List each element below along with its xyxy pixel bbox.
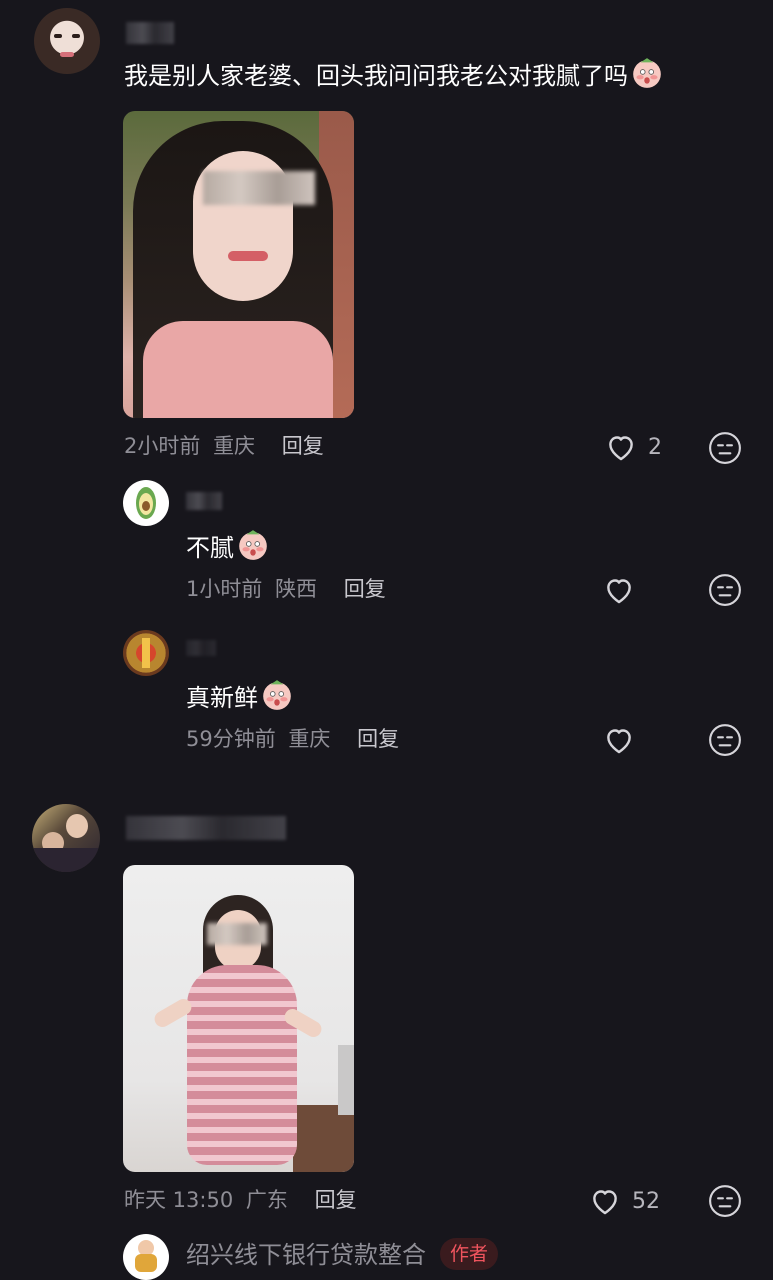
heart-outline-icon bbox=[602, 573, 636, 607]
blush-face-emoji bbox=[630, 56, 664, 90]
author-badge: 作者 bbox=[440, 1238, 499, 1270]
meh-face-icon[interactable] bbox=[708, 1184, 742, 1218]
comment-location: 广东 bbox=[245, 1188, 288, 1212]
comment-meta: 59分钟前 重庆 回复 bbox=[186, 726, 399, 752]
avatar[interactable] bbox=[123, 1234, 169, 1280]
reply-button[interactable]: 回复 bbox=[344, 577, 386, 601]
author-reply-preview[interactable]: 绍兴线下银行贷款整合 作者 bbox=[186, 1238, 499, 1270]
meh-face-icon[interactable] bbox=[708, 431, 742, 465]
like-count: 2 bbox=[648, 434, 662, 460]
comment-photo[interactable] bbox=[123, 111, 354, 418]
like-button[interactable] bbox=[602, 573, 636, 607]
face-mosaic bbox=[207, 923, 267, 945]
comment-time: 59分钟前 bbox=[186, 727, 276, 751]
meh-face-icon[interactable] bbox=[708, 573, 742, 607]
avatar[interactable] bbox=[123, 480, 169, 526]
comment-time: 昨天 13:50 bbox=[124, 1188, 234, 1212]
comment-text: 我是别人家老婆、回头我问问我老公对我腻了吗 bbox=[124, 56, 664, 91]
comment-text: 真新鲜 bbox=[186, 678, 294, 713]
reply-button[interactable]: 回复 bbox=[357, 727, 399, 751]
username-blurred[interactable] bbox=[126, 816, 286, 840]
comment-location: 重庆 bbox=[213, 434, 256, 458]
like-button[interactable] bbox=[602, 723, 636, 757]
username-blurred[interactable] bbox=[186, 640, 216, 656]
avatar[interactable] bbox=[32, 804, 100, 872]
comment-photo[interactable] bbox=[123, 865, 354, 1172]
blush-face-emoji bbox=[236, 528, 270, 562]
blush-face-emoji bbox=[260, 678, 294, 712]
face-mosaic bbox=[203, 171, 315, 205]
username-blurred[interactable] bbox=[186, 492, 222, 510]
meh-face-icon[interactable] bbox=[708, 723, 742, 757]
comment-time: 2小时前 bbox=[124, 434, 201, 458]
comment-meta: 1小时前 陕西 回复 bbox=[186, 576, 386, 602]
avatar[interactable] bbox=[34, 8, 100, 74]
comment-meta: 昨天 13:50 广东 回复 bbox=[124, 1187, 357, 1213]
heart-outline-icon bbox=[588, 1184, 622, 1218]
username-blurred[interactable] bbox=[126, 22, 174, 44]
comment-location: 重庆 bbox=[288, 727, 331, 751]
avatar[interactable] bbox=[123, 630, 169, 676]
like-button[interactable]: 52 bbox=[588, 1184, 660, 1218]
heart-outline-icon bbox=[602, 723, 636, 757]
comment-time: 1小时前 bbox=[186, 577, 263, 601]
heart-outline-icon bbox=[604, 430, 638, 464]
like-button[interactable]: 2 bbox=[604, 430, 662, 464]
author-reply-text: 绍兴线下银行贷款整合 bbox=[186, 1241, 426, 1269]
comment-text: 不腻 bbox=[186, 528, 270, 563]
like-count: 52 bbox=[632, 1188, 660, 1214]
comment-location: 陕西 bbox=[275, 577, 318, 601]
comment-meta: 2小时前 重庆 回复 bbox=[124, 433, 324, 459]
reply-button[interactable]: 回复 bbox=[282, 434, 324, 458]
reply-button[interactable]: 回复 bbox=[315, 1188, 357, 1212]
